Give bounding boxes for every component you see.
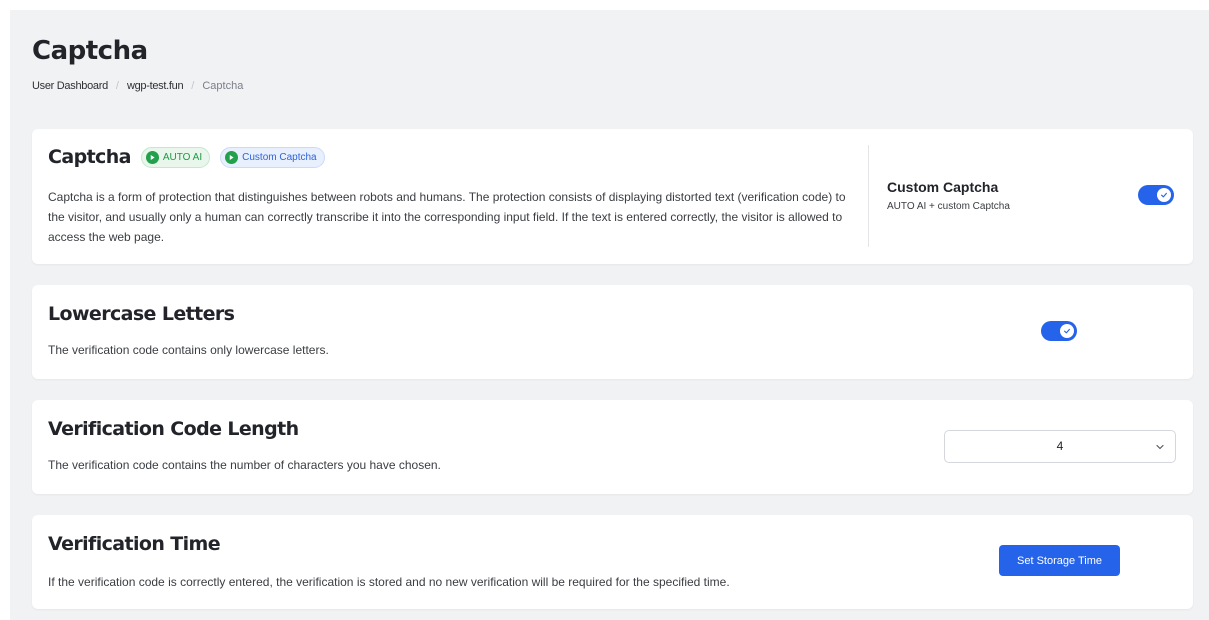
custom-captcha-toggle[interactable] — [1138, 185, 1174, 205]
code-length-card: Verification Code Length The verificatio… — [32, 400, 1193, 494]
verification-time-card: Verification Time If the verification co… — [32, 515, 1193, 609]
custom-captcha-badge-label: Custom Captcha — [242, 151, 317, 163]
verification-time-description: If the verification code is correctly en… — [48, 575, 730, 589]
play-circle-icon — [145, 150, 159, 164]
breadcrumb-site[interactable]: wgp-test.fun — [127, 80, 184, 92]
breadcrumb: User Dashboard / wgp-test.fun / Captcha — [32, 80, 243, 92]
page: Captcha User Dashboard / wgp-test.fun / … — [10, 10, 1209, 620]
set-storage-time-button[interactable]: Set Storage Time — [999, 545, 1120, 576]
auto-ai-badge: AUTO AI — [140, 146, 211, 168]
code-length-value: 4 — [1056, 439, 1064, 453]
page-title: Captcha — [32, 36, 148, 66]
divider — [868, 145, 869, 247]
check-icon — [1157, 188, 1171, 202]
lowercase-toggle[interactable] — [1041, 321, 1077, 341]
captcha-card-title: Captcha — [48, 146, 131, 168]
breadcrumb-separator: / — [115, 80, 119, 92]
captcha-title-row: Captcha AUTO AI Custom Captcha — [48, 146, 325, 168]
breadcrumb-user-dashboard[interactable]: User Dashboard — [32, 80, 108, 92]
lowercase-card: Lowercase Letters The verification code … — [32, 285, 1193, 379]
code-length-select[interactable]: 4 — [944, 430, 1176, 463]
custom-captcha-title: Custom Captcha — [887, 179, 999, 195]
chevron-down-icon — [1156, 444, 1164, 450]
play-circle-icon — [225, 150, 239, 164]
code-length-card-title: Verification Code Length — [48, 418, 299, 440]
captcha-card: Captcha AUTO AI Custom Captcha Captcha i… — [32, 129, 1193, 264]
breadcrumb-separator: / — [191, 80, 195, 92]
captcha-description: Captcha is a form of protection that dis… — [48, 190, 846, 244]
custom-captcha-subtitle: AUTO AI + custom Captcha — [887, 201, 1010, 212]
lowercase-card-title: Lowercase Letters — [48, 303, 235, 325]
custom-captcha-badge: Custom Captcha — [220, 146, 325, 168]
verification-time-card-title: Verification Time — [48, 533, 221, 555]
breadcrumb-current: Captcha — [202, 80, 244, 92]
code-length-description: The verification code contains the numbe… — [48, 458, 441, 472]
auto-ai-badge-label: AUTO AI — [162, 151, 203, 163]
lowercase-description: The verification code contains only lowe… — [48, 343, 329, 357]
check-icon — [1060, 324, 1074, 338]
